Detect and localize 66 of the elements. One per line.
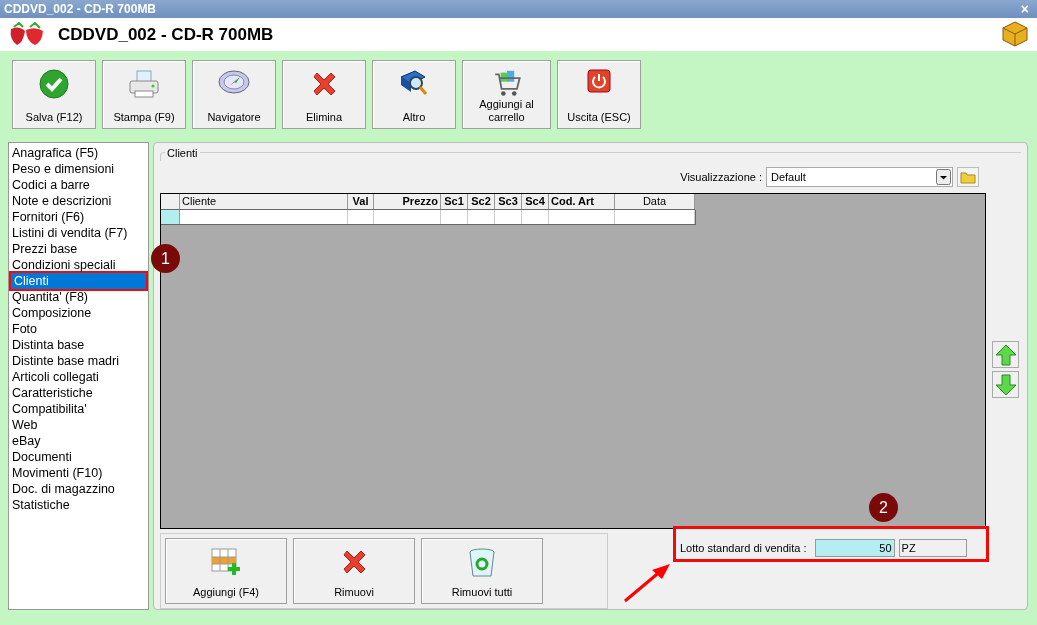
recycle-bin-icon [468,547,496,579]
sidebar-item[interactable]: Documenti [11,448,146,465]
move-down-button[interactable] [992,371,1019,398]
sidebar-item[interactable]: Movimenti (F10) [11,464,146,481]
sidebar-item[interactable]: Composizione [11,304,146,321]
sidebar-item[interactable]: Foto [11,320,146,337]
sidebar-item[interactable]: Fornitori (F6) [11,208,146,225]
sidebar-item[interactable]: Prezzi base [11,240,146,257]
item-title: CDDVD_002 - CD-R 700MB [58,23,274,46]
column-header[interactable]: Sc4 [522,194,549,209]
up-arrow-icon [994,343,1017,366]
toolbar-button[interactable]: Uscita (ESC) [557,59,641,129]
column-header[interactable]: Sc1 [441,194,468,209]
printer-icon [127,68,161,99]
lot-quantity-field[interactable]: 50 [814,539,895,557]
sidebar-item[interactable]: Compatibilita' [11,400,146,417]
down-arrow-icon [994,373,1017,396]
toolbar-button[interactable]: Salva (F12) [12,59,96,129]
sidebar-item[interactable]: Anagrafica (F5) [11,144,146,161]
dropdown-caret-icon [936,169,951,185]
sidebar-item[interactable]: Articoli collegati [11,368,146,385]
folder-icon [960,170,976,184]
toolbar-button[interactable]: Aggiungi al carrello [462,59,551,129]
column-header[interactable]: Cod. Art [549,194,615,209]
checkmark-icon [39,68,69,99]
column-header[interactable]: Data [615,194,695,209]
move-up-button[interactable] [992,341,1019,368]
sidebar-item[interactable]: eBay [11,432,146,449]
toolbar-button[interactable]: Rimuovi tutti [421,538,543,604]
view-dropdown[interactable]: Default [766,167,953,187]
compass-icon [217,68,251,95]
sidebar-item[interactable]: Peso e dimensioni [11,160,146,177]
sidebar-item[interactable]: Condizioni speciali [11,256,146,273]
sidebar-item[interactable]: Caratteristiche [11,384,146,401]
toolbar-button[interactable]: Rimuovi [293,538,415,604]
sidebar-item[interactable]: Statistiche [11,496,146,513]
toolbar-button[interactable]: Elimina [282,59,366,129]
column-header[interactable]: Sc2 [468,194,495,209]
sidebar-item[interactable]: Distinta base [11,336,146,353]
folder-button[interactable] [957,167,979,187]
sidebar-item[interactable]: Distinte base madri [11,352,146,369]
toolbar-button[interactable]: Navigatore [192,59,276,129]
sidebar-item[interactable]: Quantita' (F8) [11,288,146,305]
strawberries-icon [8,21,46,48]
column-header[interactable]: Prezzo [374,194,441,209]
column-header[interactable]: Val [348,194,374,209]
power-icon [587,68,611,93]
sidebar-item[interactable]: Doc. di magazzino [11,480,146,497]
view-label: Visualizzazione : [680,169,762,185]
column-header[interactable]: Sc3 [495,194,522,209]
column-header[interactable]: Cliente [180,194,348,209]
sidebar-item[interactable]: Codici a barre [11,176,146,193]
grid-add-icon [210,547,242,577]
toolbar-button[interactable]: Altro [372,59,456,129]
sidebar-item[interactable]: Note e descrizioni [11,192,146,209]
lot-label: Lotto standard di vendita : [680,540,807,556]
toolbar-button[interactable]: Aggiungi (F4) [165,538,287,604]
sidebar-item[interactable]: Web [11,416,146,433]
sidebar-item[interactable]: Clienti [11,272,146,289]
sidebar-item[interactable]: Listini di vendita (F7) [11,224,146,241]
group-title: Clienti [166,145,199,161]
unit-field: PZ [898,539,967,557]
toolbar-button[interactable]: Stampa (F9) [102,59,186,129]
pointer-arrow [622,562,672,604]
cube-icon [1001,20,1029,49]
window-title: CDDVD_002 - CD-R 700MB [4,1,157,18]
